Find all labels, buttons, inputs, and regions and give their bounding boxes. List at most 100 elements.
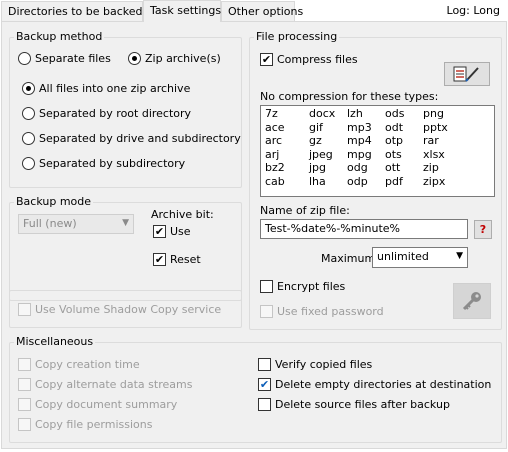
vss-group: Use Volume Shadow Copy service: [9, 290, 242, 328]
edit-extensions-button[interactable]: [444, 62, 490, 86]
extension-cell: mpg: [347, 147, 372, 161]
encrypt-files-checkbox[interactable]: Encrypt files: [260, 280, 345, 293]
extension-cell: xlsx: [423, 147, 445, 161]
radio-circle-selected: [128, 52, 141, 65]
delete-source-checkbox[interactable]: Delete source files after backup: [258, 398, 450, 411]
extension-cell: arc: [265, 134, 283, 147]
key-icon: [462, 292, 481, 311]
extension-cell: otp: [385, 134, 404, 147]
extension-cell: ott: [385, 161, 401, 174]
all-files-one-zip-label: All files into one zip archive: [39, 82, 191, 95]
checkbox-unchecked: [260, 280, 273, 293]
zip-archives-label: Zip archive(s): [145, 52, 221, 65]
checkbox-unchecked: [18, 378, 31, 391]
extension-cell: ace: [265, 120, 285, 134]
backup-mode-select[interactable]: Full (new) ▼: [18, 214, 134, 234]
checkbox-unchecked: [258, 358, 271, 371]
extensions-list[interactable]: 7z docx lzh ods png ace gif mp3 odt pptx arc gz mp4 o…: [260, 105, 495, 197]
miscellaneous-title: Miscellaneous: [14, 335, 96, 348]
no-compression-label: No compression for these types:: [260, 90, 439, 103]
copy-ads-checkbox[interactable]: Copy alternate data streams: [18, 378, 192, 391]
checkbox-unchecked: [260, 305, 273, 318]
copy-creation-time-checkbox[interactable]: Copy creation time: [18, 358, 140, 371]
copy-permissions-checkbox[interactable]: Copy file permissions: [18, 418, 152, 431]
checkbox-unchecked: [18, 418, 31, 431]
extension-cell: gif: [309, 120, 323, 134]
archive-bit-reset-checkbox[interactable]: ✔ Reset: [153, 253, 201, 266]
file-processing-group: File processing ✔ Compress files No comp…: [249, 30, 502, 330]
copy-permissions-label: Copy file permissions: [35, 418, 153, 431]
tab-task-settings-label: Task settings: [150, 4, 222, 17]
zip-name-input[interactable]: Test-%date%-%minute%: [260, 219, 468, 239]
separated-root-radio[interactable]: Separated by root directory: [22, 107, 191, 120]
tab-directories-label: Directories to be backed up: [8, 5, 160, 18]
separated-drive-radio[interactable]: Separated by drive and subdirectory: [22, 132, 241, 145]
archive-bit-reset-label: Reset: [170, 253, 201, 266]
verify-copied-label: Verify copied files: [275, 358, 373, 371]
copy-ads-label: Copy alternate data streams: [35, 378, 193, 391]
copy-doc-summary-checkbox[interactable]: Copy document summary: [18, 398, 177, 411]
extension-cell: gz: [309, 134, 322, 147]
file-processing-title: File processing: [254, 30, 340, 43]
compress-files-label: Compress files: [277, 53, 358, 66]
tab-directories[interactable]: Directories to be backed up: [1, 1, 160, 21]
task-settings-panel: Backup method Separate files Zip archive…: [1, 21, 507, 449]
separated-subdir-label: Separated by subdirectory: [39, 157, 186, 170]
checkbox-checked: ✔: [260, 53, 273, 66]
archive-bit-label: Archive bit:: [151, 208, 214, 221]
radio-circle: [22, 107, 35, 120]
extension-cell: rar: [423, 134, 439, 147]
archive-bit-use-label: Use: [170, 225, 191, 238]
extensions-row: 7z docx lzh ods png: [265, 107, 457, 121]
radio-circle: [18, 52, 31, 65]
backup-mode-group: Backup mode Full (new) ▼ Archive bit: ✔ …: [9, 195, 242, 301]
extension-cell: 7z: [265, 107, 278, 120]
checkbox-checked: ✔: [153, 225, 166, 238]
password-key-button[interactable]: [453, 283, 491, 319]
copy-creation-time-label: Copy creation time: [35, 358, 140, 371]
separate-files-radio[interactable]: Separate files: [18, 52, 111, 65]
fixed-password-checkbox[interactable]: Use fixed password: [260, 305, 384, 318]
checkbox-checked: ✔: [153, 253, 166, 266]
separated-root-label: Separated by root directory: [39, 107, 192, 120]
zip-archives-radio[interactable]: Zip archive(s): [128, 52, 221, 65]
extension-cell: png: [423, 107, 444, 120]
extension-cell: lha: [309, 174, 326, 188]
all-files-one-zip-radio[interactable]: All files into one zip archive: [22, 82, 190, 95]
delete-empty-dirs-label: Delete empty directories at destination: [275, 378, 492, 391]
checkbox-unchecked: [18, 398, 31, 411]
extension-cell: bz2: [265, 161, 285, 174]
fixed-password-label: Use fixed password: [277, 305, 384, 318]
delete-empty-dirs-checkbox[interactable]: ✔ Delete empty directories at destinatio…: [258, 378, 491, 391]
copy-doc-summary-label: Copy document summary: [35, 398, 178, 411]
zip-name-help-button[interactable]: ?: [474, 220, 492, 239]
extension-cell: odt: [385, 120, 404, 134]
separated-subdir-radio[interactable]: Separated by subdirectory: [22, 157, 185, 170]
extension-cell: ots: [385, 147, 402, 161]
backup-mode-value: Full (new): [23, 217, 77, 230]
extension-cell: ods: [385, 107, 405, 120]
radio-circle-selected: [22, 82, 35, 95]
chevron-down-icon: ▼: [122, 218, 129, 228]
compress-files-checkbox[interactable]: ✔ Compress files: [260, 53, 358, 66]
radio-circle: [22, 132, 35, 145]
checkbox-unchecked: [18, 303, 31, 316]
tab-other-options-label: Other options: [228, 5, 304, 18]
backup-mode-title: Backup mode: [14, 195, 94, 208]
separated-drive-label: Separated by drive and subdirectory: [39, 132, 241, 145]
checkbox-unchecked: [18, 358, 31, 371]
separate-files-label: Separate files: [35, 52, 111, 65]
max-size-select[interactable]: unlimited ▼: [372, 247, 468, 268]
backup-method-group: Backup method Separate files Zip archive…: [9, 30, 242, 188]
extensions-row: arc gz mp4 otp rar: [265, 134, 457, 148]
tab-task-settings[interactable]: Task settings: [143, 0, 221, 22]
zip-name-label: Name of zip file:: [260, 204, 350, 217]
vss-label: Use Volume Shadow Copy service: [35, 303, 222, 316]
extensions-row: arj jpeg mpg ots xlsx: [265, 148, 457, 162]
verify-copied-checkbox[interactable]: Verify copied files: [258, 358, 372, 371]
vss-checkbox[interactable]: Use Volume Shadow Copy service: [18, 303, 221, 316]
tab-other-options[interactable]: Other options: [221, 1, 303, 21]
archive-bit-use-checkbox[interactable]: ✔ Use: [153, 225, 191, 238]
extensions-row: cab lha odp pdf zipx: [265, 175, 457, 189]
miscellaneous-group: Miscellaneous Copy creation time Copy al…: [9, 335, 502, 443]
